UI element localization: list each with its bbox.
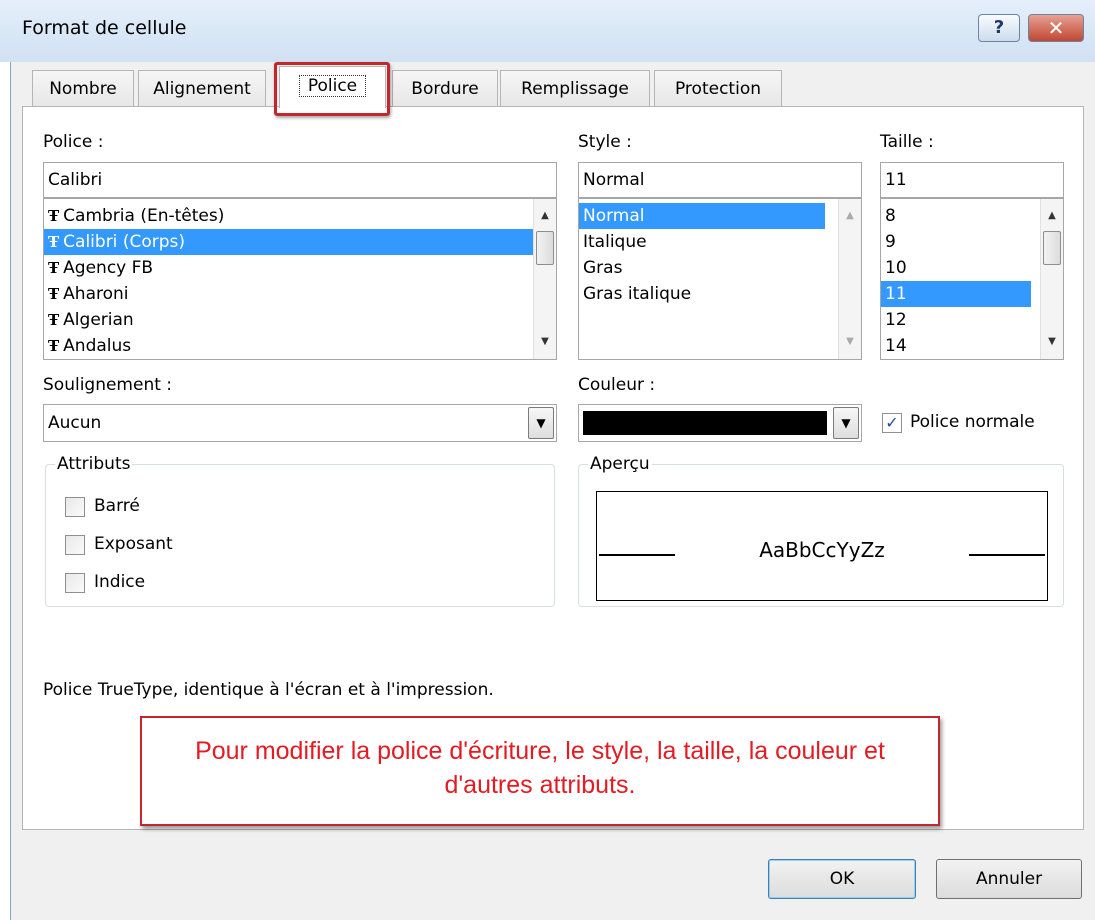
close-icon: ✕ — [1047, 16, 1065, 40]
font-list-item[interactable]: Ŧ Algerian — [44, 307, 556, 333]
normal-font-checkbox[interactable]: ✓ — [882, 413, 902, 433]
dialog-title: Format de cellule — [22, 17, 187, 39]
style-list[interactable]: Normal Italique Gras Gras italique ▲ ▼ — [578, 198, 862, 360]
chevron-down-icon[interactable]: ▼ — [833, 407, 859, 439]
size-list-item[interactable]: 14 — [881, 333, 1031, 359]
subscript-checkbox[interactable] — [65, 573, 85, 593]
underline-value: Aucun — [48, 413, 102, 433]
font-list-item[interactable]: Ŧ Aharoni — [44, 281, 556, 307]
color-swatch — [583, 411, 827, 435]
size-list[interactable]: 8 9 10 11 12 14 ▲ ▼ — [880, 198, 1064, 360]
truetype-icon: Ŧ — [48, 337, 60, 355]
scroll-thumb[interactable] — [536, 231, 554, 265]
truetype-icon: Ŧ — [48, 207, 60, 225]
preview-box: AaBbCcYyZz — [596, 491, 1048, 601]
style-label: Style : — [578, 132, 632, 152]
font-list-item[interactable]: Ŧ Cambria (En-têtes) — [44, 203, 556, 229]
underline-label: Soulignement : — [43, 375, 173, 395]
tab-remplissage[interactable]: Remplissage — [500, 70, 650, 106]
strikethrough-checkbox[interactable] — [65, 497, 85, 517]
tab-bordure[interactable]: Bordure — [392, 70, 498, 106]
scroll-down-icon[interactable]: ▼ — [839, 331, 861, 353]
size-list-item[interactable]: 9 — [881, 229, 1031, 255]
truetype-icon: Ŧ — [48, 311, 60, 329]
attributes-title: Attributs — [55, 454, 133, 474]
style-list-item[interactable]: Gras — [579, 255, 825, 281]
tab-protection[interactable]: Protection — [654, 70, 782, 106]
scroll-up-icon[interactable]: ▲ — [839, 205, 861, 227]
ok-button[interactable]: OK — [768, 859, 916, 899]
tab-nombre[interactable]: Nombre — [32, 70, 134, 106]
scroll-down-icon[interactable]: ▼ — [1041, 331, 1063, 353]
scroll-thumb[interactable] — [1043, 231, 1061, 265]
size-list-item-selected[interactable]: 11 — [881, 281, 1031, 307]
color-select[interactable]: ▼ — [578, 404, 862, 442]
scroll-up-icon[interactable]: ▲ — [1041, 205, 1063, 227]
style-list-item-selected[interactable]: Normal — [579, 203, 825, 229]
annotation-callout: Pour modifier la police d'écriture, le s… — [140, 716, 940, 826]
truetype-icon: Ŧ — [48, 259, 60, 277]
preview-sample: AaBbCcYyZz — [759, 538, 885, 562]
format-cells-dialog: Format de cellule ? ✕ Nombre Alignement … — [0, 0, 1095, 920]
style-input[interactable]: Normal — [578, 162, 862, 198]
style-list-scrollbar[interactable]: ▲ ▼ — [838, 199, 861, 359]
superscript-label: Exposant — [94, 534, 173, 554]
font-list-scrollbar[interactable]: ▲ ▼ — [533, 199, 556, 359]
strikethrough-label: Barré — [94, 496, 140, 516]
title-bar: Format de cellule ? ✕ — [0, 0, 1095, 62]
truetype-icon: Ŧ — [48, 285, 60, 303]
scroll-up-icon[interactable]: ▲ — [534, 205, 556, 227]
help-button[interactable]: ? — [978, 14, 1020, 42]
size-list-item[interactable]: 10 — [881, 255, 1031, 281]
font-label: Police : — [43, 132, 104, 152]
size-list-item[interactable]: 8 — [881, 203, 1031, 229]
underline-select[interactable]: Aucun ▼ — [43, 404, 557, 442]
style-list-item[interactable]: Italique — [579, 229, 825, 255]
tab-alignement[interactable]: Alignement — [138, 70, 266, 106]
size-list-item[interactable]: 12 — [881, 307, 1031, 333]
font-input[interactable]: Calibri — [43, 162, 557, 198]
font-info-text: Police TrueType, identique à l'écran et … — [43, 680, 494, 700]
size-input[interactable]: 11 — [880, 162, 1064, 198]
subscript-label: Indice — [94, 572, 146, 592]
size-label: Taille : — [880, 132, 934, 152]
close-button[interactable]: ✕ — [1028, 14, 1084, 42]
font-list-item-selected[interactable]: Ŧ Calibri (Corps) — [44, 229, 556, 255]
font-list-item[interactable]: Ŧ Andalus — [44, 333, 556, 359]
truetype-icon: Ŧ — [48, 233, 60, 251]
help-icon: ? — [993, 17, 1005, 38]
tab-highlight-box — [274, 62, 390, 116]
preview-title: Aperçu — [588, 454, 652, 474]
normal-font-label: Police normale — [910, 412, 1035, 432]
chevron-down-icon[interactable]: ▼ — [528, 407, 554, 439]
scroll-down-icon[interactable]: ▼ — [534, 331, 556, 353]
style-list-item[interactable]: Gras italique — [579, 281, 825, 307]
annotation-text: Pour modifier la police d'écriture, le s… — [195, 737, 885, 799]
font-list[interactable]: Ŧ Cambria (En-têtes) Ŧ Calibri (Corps) Ŧ Ag… — [43, 198, 557, 360]
font-list-item[interactable]: Ŧ Agency FB — [44, 255, 556, 281]
cancel-button[interactable]: Annuler — [936, 859, 1082, 899]
color-label: Couleur : — [578, 375, 656, 395]
preview-baseline-right — [969, 554, 1045, 556]
size-list-scrollbar[interactable]: ▲ ▼ — [1040, 199, 1063, 359]
superscript-checkbox[interactable] — [65, 535, 85, 555]
